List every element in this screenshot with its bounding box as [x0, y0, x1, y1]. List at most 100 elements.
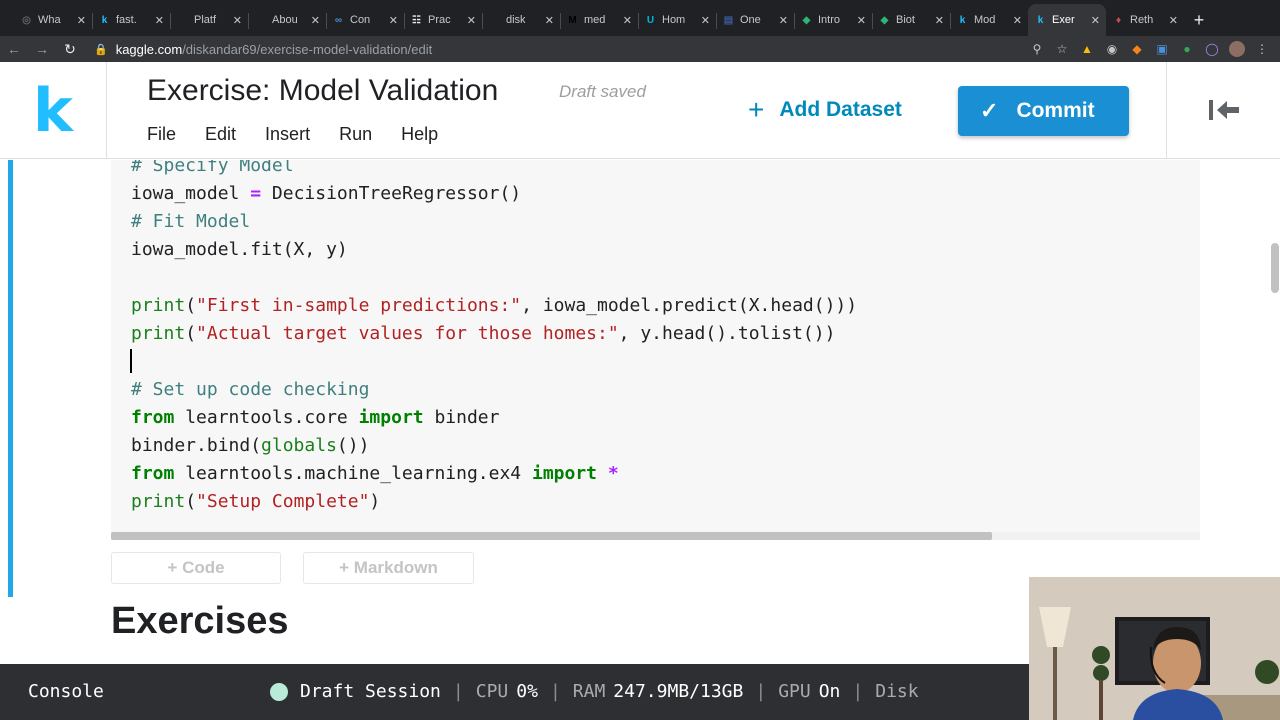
menu-help[interactable]: Help — [401, 124, 438, 145]
browser-tab[interactable]: ♦ Reth ✕ — [1106, 4, 1184, 36]
tab-title: Abou — [272, 14, 298, 26]
collapse-sidebar-icon[interactable] — [1206, 92, 1242, 128]
close-icon[interactable]: ✕ — [155, 14, 164, 27]
close-icon[interactable]: ✕ — [623, 14, 632, 27]
star-icon[interactable]: ☆ — [1054, 41, 1070, 57]
back-button[interactable]: ← — [0, 41, 28, 57]
menu-edit[interactable]: Edit — [205, 124, 236, 145]
browser-tab[interactable]: ◯ Platf ✕ — [170, 4, 248, 36]
session-name: Draft Session — [300, 681, 441, 702]
reload-button[interactable]: ↻ — [56, 41, 84, 58]
code-line: # Fit Model — [131, 208, 857, 236]
code-token: binder.bind( — [131, 435, 262, 456]
close-icon[interactable]: ✕ — [1013, 14, 1022, 27]
extension-icon[interactable]: ◉ — [1104, 41, 1120, 57]
browser-tab[interactable]: ◯ Abou ✕ — [248, 4, 326, 36]
browser-tab[interactable]: ▤ One ✕ — [716, 4, 794, 36]
gpu-value[interactable]: On — [819, 681, 841, 702]
address-bar[interactable]: 🔒 kaggle.com/diskandar69/exercise-model-… — [94, 42, 1029, 57]
forward-button[interactable]: → — [28, 41, 56, 57]
plus-icon: + — [748, 94, 765, 125]
udacity-icon: U — [646, 14, 655, 26]
commit-button[interactable]: ✓ Commit — [958, 86, 1129, 136]
doc-icon: ☷ — [412, 14, 421, 26]
tab-title: Prac — [428, 14, 451, 26]
menu-bar: File Edit Insert Run Help — [147, 124, 438, 145]
menu-file[interactable]: File — [147, 124, 176, 145]
zoom-icon[interactable]: ⚲ — [1029, 41, 1045, 57]
code-cell[interactable]: # Specify Model iowa_model = DecisionTree… — [111, 160, 1200, 540]
code-token: "Actual target values for those homes:" — [196, 323, 619, 344]
close-icon[interactable]: ✕ — [467, 14, 476, 27]
scrollbar-thumb[interactable] — [111, 532, 992, 540]
browser-tab[interactable]: ◆ Intro ✕ — [794, 4, 872, 36]
notebook-title[interactable]: Exercise: Model Validation — [147, 74, 498, 108]
code-token: from — [131, 463, 175, 484]
disk-label: Disk — [875, 681, 919, 702]
code-token: , y.head().tolist()) — [618, 323, 836, 344]
notebook-header: k Exercise: Model Validation Draft saved… — [0, 62, 1280, 159]
browser-tab[interactable]: ☷ Prac ✕ — [404, 4, 482, 36]
browser-tab[interactable]: ◆ Biot ✕ — [872, 4, 950, 36]
browser-tab[interactable]: ∞ Con ✕ — [326, 4, 404, 36]
close-icon[interactable]: ✕ — [77, 14, 86, 27]
drive-icon[interactable]: ▲ — [1079, 41, 1095, 57]
browser-tab[interactable]: k fast. ✕ — [92, 4, 170, 36]
code-token: ) — [369, 491, 381, 512]
browser-tab[interactable]: Mmed ✕ — [560, 4, 638, 36]
code-token: learntools.core — [174, 407, 359, 428]
add-markdown-cell-button[interactable]: + Markdown — [303, 552, 474, 584]
close-icon[interactable]: ✕ — [233, 14, 242, 27]
browser-tab[interactable]: U Hom ✕ — [638, 4, 716, 36]
new-tab-button[interactable]: + — [1184, 4, 1214, 36]
cpu-label: CPU — [475, 681, 509, 702]
extension-ring-icon[interactable]: ◯ — [1204, 41, 1220, 57]
close-icon[interactable]: ✕ — [389, 14, 398, 27]
close-icon[interactable]: ✕ — [701, 14, 710, 27]
code-token: ()) — [336, 435, 370, 456]
close-icon[interactable]: ✕ — [311, 14, 320, 27]
vertical-scrollbar-thumb[interactable] — [1271, 243, 1279, 293]
gpu-label: GPU — [778, 681, 811, 702]
window-icon: ▤ — [723, 14, 734, 26]
ram-value: 247.9MB/13GB — [613, 681, 744, 702]
close-icon[interactable]: ✕ — [935, 14, 944, 27]
github-icon: ◯ — [254, 14, 267, 26]
browser-tab[interactable]: k Mod ✕ — [950, 4, 1028, 36]
add-code-cell-button[interactable]: + Code — [111, 552, 281, 584]
close-icon[interactable]: ✕ — [1169, 14, 1178, 27]
profile-avatar[interactable] — [1229, 41, 1245, 57]
check-icon: ✓ — [980, 98, 999, 123]
close-icon[interactable]: ✕ — [545, 14, 554, 27]
horizontal-scrollbar[interactable] — [111, 532, 1200, 540]
menu-insert[interactable]: Insert — [265, 124, 310, 145]
code-token: "Setup Complete" — [196, 491, 370, 512]
close-icon[interactable]: ✕ — [857, 14, 866, 27]
code-line: binder.bind(globals()) — [131, 432, 857, 460]
add-dataset-button[interactable]: + Add Dataset — [748, 96, 902, 124]
browser-tab[interactable]: ◯ disk ✕ — [482, 4, 560, 36]
tab-title: med — [584, 14, 606, 26]
code-token: print — [131, 323, 186, 344]
close-icon[interactable]: ✕ — [1091, 14, 1100, 27]
tab-title: One — [740, 14, 761, 26]
console-label[interactable]: Console — [28, 681, 104, 702]
translate-icon[interactable]: ▣ — [1154, 41, 1170, 57]
webcam-video-overlay — [1029, 577, 1280, 720]
menu-icon[interactable]: ⋮ — [1254, 41, 1270, 57]
browser-tab[interactable]: ◎ Wha ✕ — [14, 4, 92, 36]
code-editor[interactable]: # Specify Model iowa_model = DecisionTree… — [131, 160, 857, 516]
hangouts-icon[interactable]: ● — [1179, 41, 1195, 57]
menu-run[interactable]: Run — [339, 124, 372, 145]
kaggle-logo[interactable]: k — [0, 62, 107, 159]
code-token: = — [250, 183, 262, 204]
browser-tab[interactable]: k Exer ✕ — [1028, 4, 1106, 36]
kaggle-icon: k — [1037, 14, 1044, 26]
tab-title: fast. — [116, 14, 137, 26]
close-icon[interactable]: ✕ — [779, 14, 788, 27]
browser-tab-bar: ◎ Wha ✕ k fast. ✕ ◯ Platf ✕ ◯ Abou ✕ ∞ Con ✕ ☷ Prac ✕ ◯ dis… — [0, 0, 1280, 36]
tab-title: Intro — [818, 14, 841, 26]
metamask-icon[interactable]: ◆ — [1129, 41, 1145, 57]
